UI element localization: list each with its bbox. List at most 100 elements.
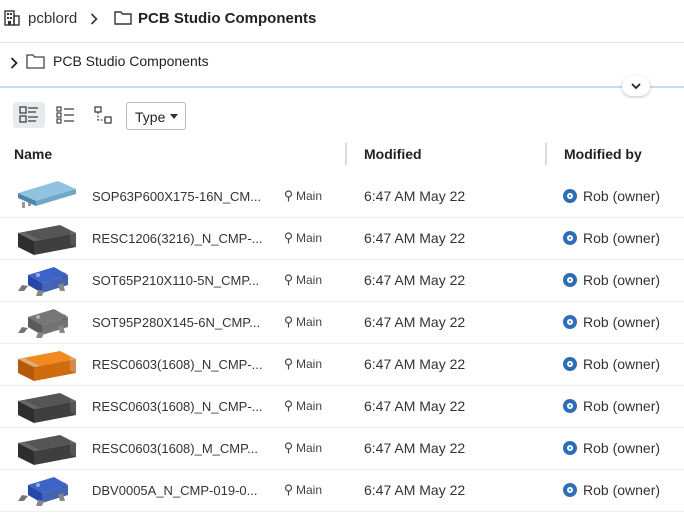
details-view-button[interactable] — [13, 102, 45, 128]
user-avatar-icon — [563, 357, 577, 371]
row-modified-by: Rob (owner) — [563, 356, 660, 372]
row-branch-label: Main — [296, 273, 323, 287]
row-name[interactable]: RESC0603(1608)_N_CMP-... — [92, 357, 263, 372]
component-thumbnail-icon — [14, 179, 80, 215]
table-row[interactable]: SOT95P280X145-6N_CMP... Main 6:47 AM May… — [0, 302, 684, 344]
row-modified-by: Rob (owner) — [563, 314, 660, 330]
chevron-down-icon — [631, 82, 641, 89]
column-header-name[interactable]: Name — [14, 146, 52, 162]
row-branch-label: Main — [296, 315, 323, 329]
component-thumbnail-icon — [14, 389, 80, 425]
row-modified-by-label: Rob (owner) — [583, 398, 661, 414]
row-branch[interactable]: Main — [284, 273, 322, 287]
row-branch[interactable]: Main — [284, 357, 322, 371]
chevron-right-icon[interactable] — [10, 56, 18, 74]
row-modified: 6:47 AM May 22 — [364, 188, 466, 204]
row-name[interactable]: SOT95P280X145-6N_CMP... — [92, 315, 260, 330]
row-modified-by: Rob (owner) — [563, 272, 660, 288]
row-modified: 6:47 AM May 22 — [364, 314, 466, 330]
row-modified-by-label: Rob (owner) — [583, 482, 661, 498]
type-filter-label: Type — [135, 109, 166, 125]
row-branch[interactable]: Main — [284, 189, 322, 203]
table-row[interactable]: SOP63P600X175-16N_CM... Main 6:47 AM May… — [0, 176, 684, 218]
row-modified: 6:47 AM May 22 — [364, 272, 466, 288]
folder-icon — [26, 53, 45, 74]
user-avatar-icon — [563, 315, 577, 329]
collapse-button[interactable] — [622, 76, 650, 96]
row-branch-label: Main — [296, 483, 323, 497]
row-divider — [0, 511, 684, 512]
tree-view-button[interactable] — [86, 102, 118, 128]
row-branch[interactable]: Main — [284, 483, 322, 497]
row-branch-label: Main — [296, 399, 323, 413]
location-pin-icon — [284, 190, 293, 202]
row-branch-label: Main — [296, 357, 323, 371]
location-pin-icon — [284, 274, 293, 286]
row-branch[interactable]: Main — [284, 315, 322, 329]
table-row[interactable]: RESC0603(1608)_N_CMP-... Main 6:47 AM Ma… — [0, 386, 684, 428]
row-name[interactable]: RESC0603(1608)_M_CMP... — [92, 441, 258, 456]
row-modified-by-label: Rob (owner) — [583, 440, 661, 456]
user-avatar-icon — [563, 441, 577, 455]
user-avatar-icon — [563, 399, 577, 413]
row-name[interactable]: DBV0005A_N_CMP-019-0... — [92, 483, 257, 498]
table-row[interactable]: RESC1206(3216)_N_CMP-... Main 6:47 AM Ma… — [0, 218, 684, 260]
table-row[interactable]: SOT65P210X110-5N_CMP... Main 6:47 AM May… — [0, 260, 684, 302]
details-list-icon — [19, 106, 38, 123]
row-name[interactable]: SOP63P600X175-16N_CM... — [92, 189, 261, 204]
row-modified-by-label: Rob (owner) — [583, 230, 661, 246]
row-name[interactable]: RESC0603(1608)_N_CMP-... — [92, 399, 263, 414]
tree-view-icon — [94, 106, 112, 124]
breadcrumb-current: PCB Studio Components — [138, 10, 317, 27]
location-pin-icon — [284, 358, 293, 370]
row-modified: 6:47 AM May 22 — [364, 398, 466, 414]
row-modified-by-label: Rob (owner) — [583, 272, 661, 288]
building-icon — [4, 9, 20, 31]
column-resize-handle[interactable] — [345, 143, 347, 165]
row-modified-by-label: Rob (owner) — [583, 314, 661, 330]
compact-list-icon — [56, 106, 74, 124]
row-branch-label: Main — [296, 189, 323, 203]
table-row[interactable]: DBV0005A_N_CMP-019-0... Main 6:47 AM May… — [0, 470, 684, 512]
row-modified-by-label: Rob (owner) — [583, 188, 661, 204]
row-name[interactable]: SOT65P210X110-5N_CMP... — [92, 273, 259, 288]
row-branch[interactable]: Main — [284, 231, 322, 245]
row-modified: 6:47 AM May 22 — [364, 482, 466, 498]
chevron-right-icon — [90, 12, 98, 30]
location-pin-icon — [284, 316, 293, 328]
row-branch[interactable]: Main — [284, 441, 322, 455]
folder-icon — [114, 10, 132, 30]
row-modified: 6:47 AM May 22 — [364, 230, 466, 246]
component-thumbnail-icon — [14, 473, 80, 509]
caret-down-icon — [170, 114, 178, 119]
user-avatar-icon — [563, 483, 577, 497]
user-avatar-icon — [563, 189, 577, 203]
row-modified-by: Rob (owner) — [563, 440, 660, 456]
folder-row-label: PCB Studio Components — [53, 53, 209, 69]
divider — [0, 42, 684, 43]
component-thumbnail-icon — [14, 431, 80, 467]
component-thumbnail-icon — [14, 305, 80, 341]
row-branch[interactable]: Main — [284, 399, 322, 413]
user-avatar-icon — [563, 231, 577, 245]
column-header-modified-by[interactable]: Modified by — [564, 146, 642, 162]
panel-divider — [0, 86, 684, 88]
column-header-modified[interactable]: Modified — [364, 146, 422, 162]
column-resize-handle[interactable] — [545, 143, 547, 165]
breadcrumb: pcblord PCB Studio Components — [0, 0, 684, 38]
component-thumbnail-icon — [14, 347, 80, 383]
component-thumbnail-icon — [14, 221, 80, 257]
location-pin-icon — [284, 400, 293, 412]
location-pin-icon — [284, 232, 293, 244]
type-filter-dropdown[interactable]: Type — [126, 102, 186, 130]
table-row[interactable]: RESC0603(1608)_N_CMP-... Main 6:47 AM Ma… — [0, 344, 684, 386]
row-modified-by: Rob (owner) — [563, 188, 660, 204]
row-branch-label: Main — [296, 441, 323, 455]
table-row[interactable]: RESC0603(1608)_M_CMP... Main 6:47 AM May… — [0, 428, 684, 470]
breadcrumb-workspace[interactable]: pcblord — [28, 10, 77, 27]
row-name[interactable]: RESC1206(3216)_N_CMP-... — [92, 231, 263, 246]
location-pin-icon — [284, 442, 293, 454]
location-pin-icon — [284, 484, 293, 496]
row-modified-by: Rob (owner) — [563, 230, 660, 246]
compact-view-button[interactable] — [49, 102, 81, 128]
